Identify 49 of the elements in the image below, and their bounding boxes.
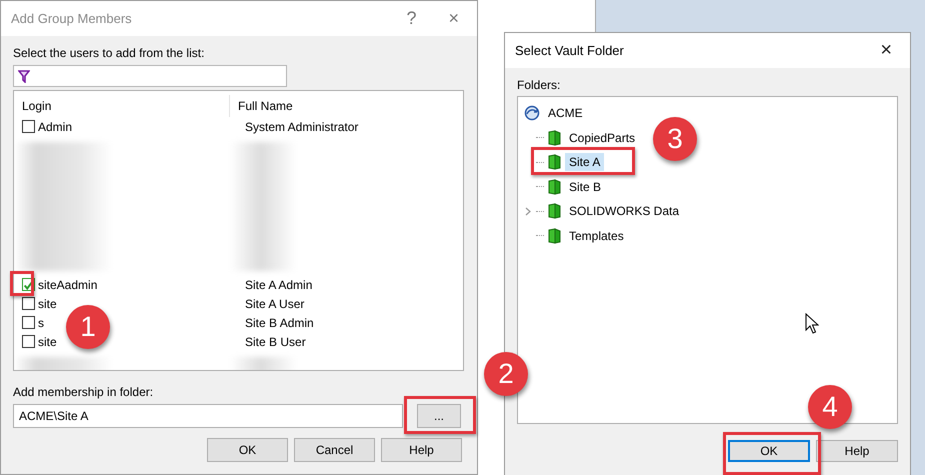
close-button[interactable]: × — [874, 39, 898, 62]
dialog-button[interactable]: OK — [207, 438, 288, 462]
tree-item[interactable]: SOLIDWORKS Data — [565, 202, 684, 220]
folder-icon — [548, 228, 561, 244]
full-name-text: System Administrator — [244, 120, 358, 134]
login-text: site — [38, 296, 57, 310]
browse-button[interactable]: ... — [417, 404, 461, 428]
login-text: s — [38, 316, 44, 330]
full-name-text: Site B Admin — [244, 316, 314, 330]
login-text: site — [38, 334, 57, 348]
folder-label: Add membership in folder: — [13, 385, 154, 399]
instruction-label: Select the users to add from the list: — [13, 46, 206, 60]
dialog-button[interactable]: OK — [728, 440, 810, 462]
tree-item[interactable]: Site A — [565, 153, 604, 172]
full-name-text: Site B User — [244, 334, 306, 348]
dialog-button[interactable]: Help — [381, 438, 462, 462]
dialog-button[interactable]: Help — [816, 440, 898, 462]
folder-icon — [548, 178, 561, 195]
highlight-box — [404, 396, 476, 434]
checkbox[interactable] — [22, 120, 35, 133]
cursor-icon — [805, 313, 819, 335]
close-button[interactable]: × — [442, 8, 465, 29]
tree-item[interactable]: ACME — [544, 104, 587, 122]
filter-icon — [18, 70, 30, 82]
checkbox[interactable] — [22, 316, 35, 329]
folder-icon — [548, 203, 561, 220]
checkbox[interactable] — [22, 335, 35, 348]
column-header[interactable]: Full Name — [229, 95, 463, 117]
full-name-text: Site A Admin — [244, 278, 312, 292]
tree-item[interactable]: CopiedParts — [565, 128, 640, 147]
folders-label: Folders: — [517, 78, 562, 92]
dialog-button[interactable]: Cancel — [294, 438, 375, 462]
tree-item[interactable]: Site B — [565, 178, 606, 196]
vault-icon — [524, 105, 540, 122]
highlight-box — [10, 271, 34, 296]
window-title: Add Group Members — [11, 11, 132, 26]
folder-icon — [548, 154, 561, 170]
tree-item[interactable]: Templates — [565, 226, 628, 245]
filter-field[interactable] — [13, 65, 287, 87]
help-button[interactable]: ? — [400, 8, 422, 29]
login-text: Admin — [38, 120, 72, 134]
login-text: siteAadmin — [38, 278, 98, 292]
full-name-text: Site A User — [244, 296, 304, 310]
window-title: Select Vault Folder — [515, 43, 624, 58]
checkbox[interactable] — [22, 297, 35, 310]
column-header[interactable]: Login — [14, 95, 229, 117]
folder-field[interactable]: ACME\Site A — [13, 404, 403, 428]
folder-icon — [548, 130, 561, 146]
expand-icon[interactable] — [525, 206, 531, 216]
